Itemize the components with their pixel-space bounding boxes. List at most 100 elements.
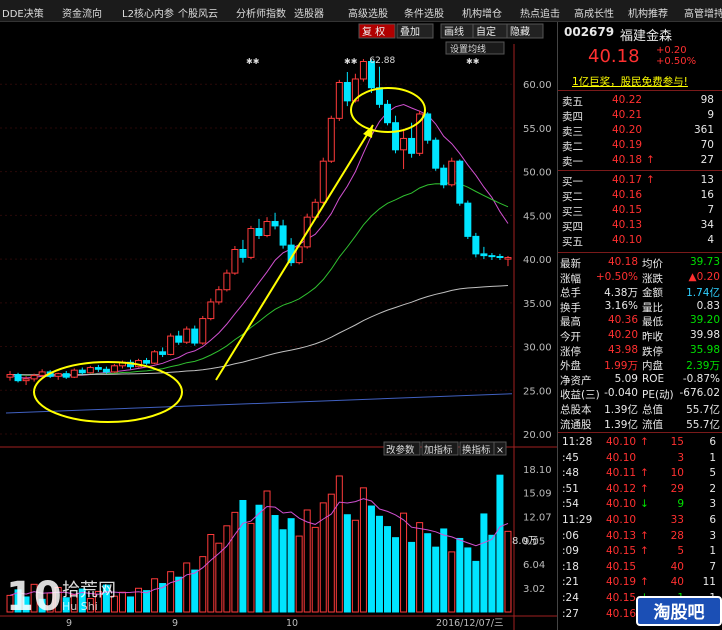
tick-row[interactable]: :06 40.13 ↑ 28 3 — [558, 530, 722, 544]
menu-item[interactable]: 机构增仓 — [462, 5, 502, 20]
chart-toolbar-huaxian[interactable]: 画线 — [440, 23, 478, 39]
toolbar-button-label[interactable]: 换指标 — [462, 444, 491, 456]
menu-item[interactable]: 分析师指数 — [236, 5, 286, 20]
tick-volume: 29 — [670, 482, 684, 495]
stat-value: 1.99万 — [604, 360, 638, 373]
menu-item[interactable]: 高级选股 — [348, 5, 388, 20]
toolbar-button-label[interactable]: 设置均线 — [450, 43, 486, 55]
menu-item[interactable]: 个股风云 — [178, 5, 218, 20]
menu-item[interactable]: DDE决策 — [2, 5, 44, 20]
menu-item[interactable]: 高管增持 — [684, 5, 722, 20]
volume-toolbar-change[interactable]: 换指标 — [459, 441, 497, 456]
menu-item[interactable]: 热点追击 — [520, 5, 560, 20]
tick-row[interactable]: :54 40.10 ↓ 9 3 — [558, 498, 722, 512]
candle-body — [263, 221, 271, 237]
ma-settings-button[interactable]: 设置均线 — [445, 41, 505, 55]
order-row[interactable]: 卖三 40.20 361 — [558, 124, 722, 138]
menu-item[interactable]: 条件选股 — [404, 5, 444, 20]
order-row[interactable]: 卖一 40.18 ↑ 27 — [558, 154, 722, 168]
candle-body — [440, 167, 448, 186]
tick-row[interactable]: :48 40.11 ↑ 10 5 — [558, 467, 722, 481]
menu-item[interactable]: 资金流向 — [62, 5, 102, 20]
tick-row[interactable]: 11:29 40.10 33 6 — [558, 514, 722, 528]
order-label: 买一 — [562, 176, 583, 188]
tick-arrow: ↑ — [640, 436, 649, 448]
toolbar-button-label[interactable]: 画线 — [444, 25, 464, 38]
toolbar-button-label[interactable]: 叠加 — [400, 26, 420, 38]
candle-body — [464, 202, 472, 237]
order-row[interactable]: 买三 40.15 7 — [558, 204, 722, 218]
stat-label: 流值 — [642, 418, 663, 431]
stat-label: 总值 — [642, 404, 663, 416]
order-row[interactable]: 卖四 40.21 9 — [558, 109, 722, 123]
toolbar-button-label[interactable]: 复 权 — [362, 25, 385, 38]
promo-text[interactable]: 1亿巨奖，股民免费参与! — [572, 74, 688, 89]
menu-item[interactable]: 高成长性 — [574, 5, 614, 20]
menu-item[interactable]: L2核心内参 — [122, 5, 174, 20]
volume-bar — [359, 487, 367, 613]
tick-row[interactable]: :09 40.15 ↑ 5 1 — [558, 545, 722, 559]
tick-price: 40.10 — [606, 436, 637, 448]
toolbar-button-label[interactable]: 隐藏 — [510, 26, 530, 38]
order-row[interactable]: 买一 40.17 ↑ 13 — [558, 174, 722, 188]
volume-bar — [167, 571, 175, 613]
chart-toolbar-fuquan[interactable]: 复 权 — [358, 23, 396, 39]
volume-toolbar-add[interactable]: 加指标 — [421, 441, 459, 456]
stat-label: 金额 — [642, 287, 663, 300]
kline-chart[interactable]: 60.00 55.00 50.00 45.00 40.00 35.00 30.00 25.00… — [0, 22, 557, 630]
tick-time: :45 — [562, 451, 579, 464]
order-row[interactable]: 卖五 40.22 98 — [558, 94, 722, 108]
candle-body — [496, 255, 504, 258]
event-marker-icon[interactable]: ✱✱ — [246, 57, 260, 66]
price-pct: +0.50% — [656, 56, 697, 67]
stat-label: 最低 — [642, 316, 663, 329]
candle-body — [456, 160, 464, 204]
order-row[interactable]: 买五 40.10 4 — [558, 234, 722, 248]
stat-row: 换手 3.16% 量比 0.83 — [558, 300, 722, 314]
tick-row[interactable]: 11:28 40.10 ↑ 15 6 — [558, 436, 722, 450]
promo-banner[interactable]: 1亿巨奖，股民免费参与! — [558, 74, 722, 88]
tick-arrow: ↓ — [640, 498, 649, 511]
tick-row[interactable]: :18 40.15 40 7 — [558, 561, 722, 575]
order-row[interactable]: 买二 40.16 16 — [558, 189, 722, 203]
toolbar-button-label[interactable]: × — [496, 445, 504, 456]
event-marker-icon[interactable]: ✱✱ — [466, 57, 480, 66]
tick-row[interactable]: :21 40.19 ↑ 40 11 — [558, 576, 722, 590]
candle-body — [279, 225, 287, 246]
chart-toolbar-ziding[interactable]: 自定 — [472, 23, 510, 39]
volume-bar — [295, 535, 303, 613]
volume-toolbar-gai[interactable]: 改参数 — [383, 441, 421, 456]
volume-bar — [183, 562, 191, 613]
order-row[interactable]: 买四 40.13 34 — [558, 219, 722, 233]
candle-body — [384, 103, 392, 124]
tick-arrow: ↑ — [640, 529, 649, 542]
chart-toolbar-yincang[interactable]: 隐藏 — [506, 23, 544, 39]
stat-label: 流通股 — [560, 418, 592, 431]
tick-price: 40.16 — [606, 607, 637, 620]
tick-arrow: ↑ — [640, 467, 649, 480]
toolbar-button-label[interactable]: 自定 — [476, 25, 496, 38]
order-price: 40.22 — [612, 94, 643, 106]
volume-toolbar-close[interactable]: × — [493, 441, 507, 456]
candle-body — [359, 60, 367, 80]
volume-bar — [400, 512, 408, 613]
toolbar-button-label[interactable]: 改参数 — [386, 444, 415, 456]
tick-row[interactable]: :45 40.10 3 1 — [558, 452, 722, 466]
candle-body — [327, 117, 335, 162]
volume-tick-label: 3.02 — [523, 584, 545, 595]
tick-row[interactable]: :51 40.12 ↑ 29 2 — [558, 483, 722, 497]
stat-row: 收益(三) -0.040 PE(动) -676.02 — [558, 387, 722, 401]
stat-value: -676.02 — [679, 387, 720, 400]
menu-item[interactable]: 机构推荐 — [628, 5, 668, 20]
order-price: 40.18 — [612, 154, 643, 166]
candle-body — [86, 367, 94, 374]
event-marker-icon[interactable]: ✱✱ — [344, 57, 358, 66]
taoguba-logo: 淘股吧 — [636, 596, 722, 626]
order-row[interactable]: 卖二 40.19 70 — [558, 139, 722, 153]
tick-volume: 40 — [670, 560, 684, 573]
toolbar-button-label[interactable]: 加指标 — [424, 444, 453, 456]
menu-item[interactable]: 选股器 — [294, 5, 324, 20]
volume-bar — [440, 528, 448, 613]
candle-body — [30, 374, 38, 380]
chart-toolbar-diejia[interactable]: 叠加 — [396, 23, 434, 39]
